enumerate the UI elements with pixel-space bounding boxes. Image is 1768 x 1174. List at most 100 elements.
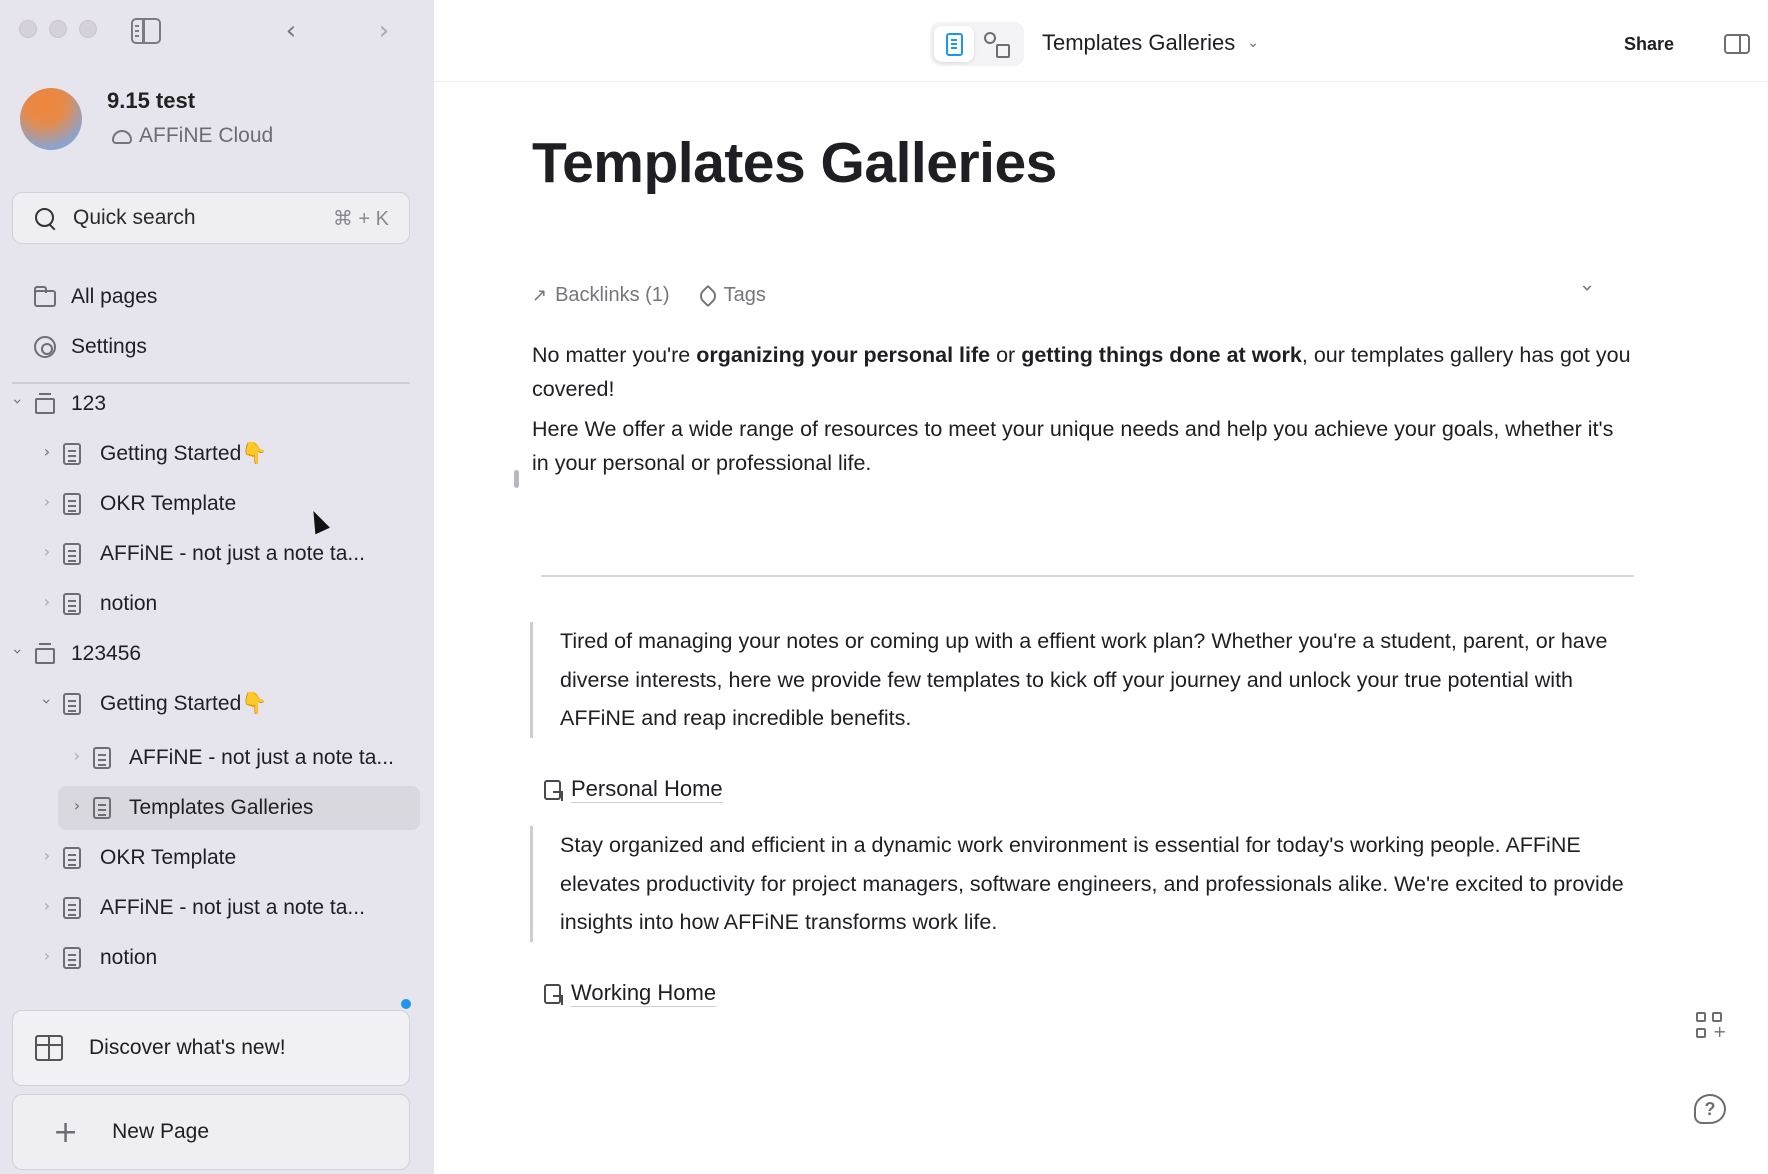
top-bar: Templates Galleries ⌄ Share	[434, 4, 1768, 82]
page-icon	[63, 543, 81, 565]
page-icon	[63, 493, 81, 515]
chevron-down-icon[interactable]: ›	[9, 395, 28, 409]
share-button[interactable]: Share	[1624, 34, 1674, 55]
page-icon	[63, 847, 81, 869]
forward-arrow-icon[interactable]: ›	[370, 16, 398, 46]
notification-dot	[401, 999, 411, 1009]
back-arrow-icon[interactable]: ‹	[277, 16, 305, 46]
sidebar-page-item[interactable]: › Getting Started👇	[0, 682, 434, 726]
page-icon	[63, 443, 81, 465]
page-icon	[63, 897, 81, 919]
page-label: AFFiNE - not just a note ta...	[100, 896, 365, 919]
chevron-right-icon[interactable]: ›	[70, 796, 84, 815]
help-icon[interactable]: ?	[1694, 1094, 1726, 1124]
sidebar-page-item[interactable]: › AFFiNE - not just a note ta...	[0, 886, 434, 930]
cloud-icon	[112, 130, 132, 144]
cloud-label: AFFiNE Cloud	[139, 124, 274, 147]
chevron-right-icon[interactable]: ›	[40, 592, 54, 611]
text-run: No matter you're	[532, 343, 697, 367]
mode-switcher[interactable]	[930, 22, 1024, 66]
quick-search-shortcut: ⌘ + K	[332, 207, 389, 230]
tag-icon	[696, 284, 719, 307]
linked-page-personal-home[interactable]: Personal Home	[544, 776, 723, 803]
arrow-up-right-icon: ↗	[532, 285, 548, 306]
quick-search-label: Quick search	[73, 206, 196, 229]
chevron-down-icon[interactable]: ›	[38, 695, 57, 709]
linked-page-icon	[544, 983, 561, 1004]
sidebar-page-item[interactable]: › notion	[0, 936, 434, 980]
intro-paragraph[interactable]: No matter you're organizing your persona…	[532, 338, 1632, 406]
workspace-cloud-status: AFFiNE Cloud	[112, 124, 273, 148]
sidebar-page-item[interactable]: › OKR Template	[0, 836, 434, 880]
chevron-right-icon[interactable]: ›	[40, 492, 54, 511]
linked-page-label: Personal Home	[571, 776, 723, 803]
text-run: or	[990, 343, 1022, 367]
discover-whats-new-button[interactable]: Discover what's new!	[12, 999, 411, 1086]
chevron-right-icon[interactable]: ›	[40, 946, 54, 965]
divider	[541, 575, 1634, 577]
chevron-right-icon[interactable]: ›	[70, 746, 84, 765]
backlinks-button[interactable]: ↗ Backlinks (1)	[532, 284, 670, 307]
sidebar-page-item[interactable]: › OKR Template	[0, 482, 434, 526]
close-window-button[interactable]	[19, 20, 37, 38]
tags-label: Tags	[723, 284, 766, 306]
chevron-right-icon[interactable]: ›	[40, 846, 54, 865]
quote-block[interactable]: Tired of managing your notes or coming u…	[530, 622, 1640, 738]
new-page-button[interactable]: + New Page	[12, 1094, 410, 1170]
gift-icon	[35, 1035, 63, 1061]
doc-title-dropdown[interactable]: Templates Galleries ⌄	[1042, 30, 1259, 56]
doc-meta-bar: ↗ Backlinks (1) Tags	[532, 284, 766, 307]
search-icon	[35, 208, 55, 228]
page-icon	[63, 947, 81, 969]
collection-123456[interactable]: › 123456	[0, 632, 434, 676]
sidebar-toggle-icon[interactable]	[131, 18, 161, 44]
backlinks-label: Backlinks (1)	[555, 284, 670, 306]
gear-icon	[34, 336, 56, 358]
maximize-window-button[interactable]	[79, 20, 97, 38]
sidebar-page-item-active[interactable]: › Templates Galleries	[0, 786, 434, 830]
linked-page-working-home[interactable]: Working Home	[544, 980, 717, 1007]
sidebar-page-item[interactable]: › AFFiNE - not just a note ta...	[0, 736, 434, 780]
sidebar-page-item[interactable]: › Getting Started👇	[0, 432, 434, 476]
chevron-down-icon[interactable]: ›	[9, 645, 28, 659]
collection-label: 123456	[71, 642, 142, 665]
page-title[interactable]: Templates Galleries	[532, 130, 1057, 196]
linked-page-icon	[544, 779, 561, 800]
tags-button[interactable]: Tags	[696, 284, 766, 307]
chevron-down-icon: ⌄	[1247, 35, 1259, 51]
quick-search[interactable]: Quick search ⌘ + K	[12, 192, 410, 244]
minimize-window-button[interactable]	[49, 20, 67, 38]
linked-page-label: Working Home	[571, 980, 717, 1007]
drag-handle[interactable]	[514, 470, 519, 488]
page-icon	[63, 693, 81, 715]
page-icon	[93, 797, 111, 819]
chevron-right-icon[interactable]: ›	[40, 896, 54, 915]
page-label: notion	[100, 592, 158, 615]
page-label: OKR Template	[100, 846, 237, 869]
right-panel-toggle-icon[interactable]	[1724, 34, 1750, 54]
page-label: AFFiNE - not just a note ta...	[100, 542, 365, 565]
paragraph[interactable]: Here We offer a wide range of resources …	[532, 412, 1632, 480]
collection-icon	[35, 643, 55, 664]
chevron-right-icon[interactable]: ›	[40, 542, 54, 561]
add-widget-icon[interactable]: +	[1696, 1012, 1726, 1042]
plus-icon: +	[53, 1114, 79, 1150]
collection-123[interactable]: › 123	[0, 382, 434, 426]
page-mode-icon[interactable]	[934, 26, 974, 62]
sidebar-page-item[interactable]: › notion	[0, 582, 434, 626]
sidebar-item-all-pages[interactable]: All pages	[0, 275, 434, 319]
workspace-avatar	[20, 88, 82, 150]
page-icon	[63, 593, 81, 615]
quote-block[interactable]: Stay organized and efficient in a dynami…	[530, 826, 1640, 942]
bold-text: getting things done at work	[1021, 343, 1302, 367]
page-label: Templates Galleries	[129, 796, 314, 819]
bold-text: organizing your personal life	[696, 343, 991, 367]
sidebar-item-settings[interactable]: Settings	[0, 325, 434, 369]
workspace-card[interactable]: 9.15 test AFFiNE Cloud	[20, 88, 420, 158]
edgeless-mode-icon[interactable]	[982, 30, 1010, 58]
sidebar-item-label: All pages	[71, 285, 158, 308]
chevron-down-icon[interactable]: ›	[1576, 284, 1600, 292]
sidebar-page-item[interactable]: › AFFiNE - not just a note ta...	[0, 532, 434, 576]
chevron-right-icon[interactable]: ›	[40, 442, 54, 461]
sidebar: ‹ › 9.15 test AFFiNE Cloud Quick search …	[0, 0, 434, 1174]
